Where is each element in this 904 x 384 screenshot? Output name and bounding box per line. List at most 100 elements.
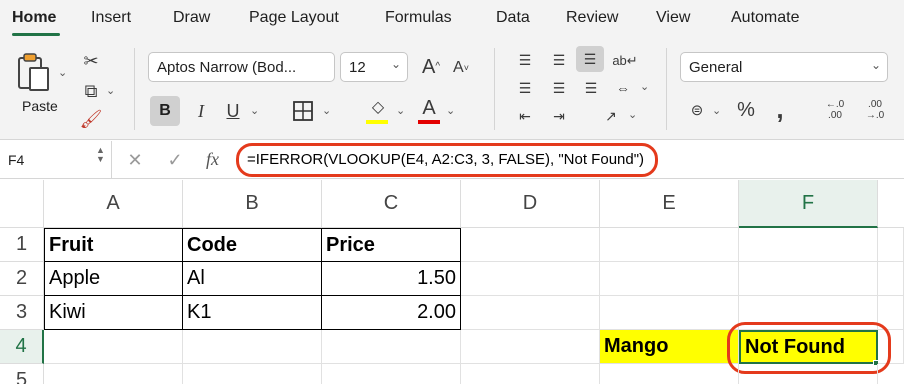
tab-insert[interactable]: Insert bbox=[91, 9, 131, 27]
borders-dropdown-icon[interactable]: ⌄ bbox=[322, 104, 331, 117]
decrease-font-icon[interactable]: A ˅ bbox=[450, 57, 472, 79]
tab-draw[interactable]: Draw bbox=[173, 9, 210, 27]
cell-c2[interactable]: 1.50 bbox=[322, 262, 461, 296]
comma-icon[interactable]: , bbox=[770, 96, 790, 122]
cell-b1[interactable]: Code bbox=[183, 228, 322, 262]
cell-g1[interactable] bbox=[878, 228, 904, 262]
cell-g2[interactable] bbox=[878, 262, 904, 296]
cell-c5[interactable] bbox=[322, 364, 461, 384]
column-header-e[interactable]: E bbox=[600, 180, 739, 228]
paste-icon[interactable] bbox=[14, 52, 54, 92]
percent-icon[interactable]: % bbox=[734, 98, 758, 122]
cell-f5[interactable] bbox=[739, 364, 878, 384]
formula-bar: F4 ▲ ▼ ✕ ✓ fx =IFERROR(VLOOKUP(E4, A2:C3,… bbox=[0, 141, 904, 179]
decrease-indent-icon[interactable]: ⇤ bbox=[514, 106, 536, 126]
cell-d3[interactable] bbox=[461, 296, 600, 330]
column-header-g[interactable] bbox=[878, 180, 904, 228]
cell-e4[interactable]: Mango bbox=[600, 330, 739, 364]
select-all-corner[interactable] bbox=[0, 180, 44, 228]
tab-review[interactable]: Review bbox=[566, 9, 618, 27]
cell-f2[interactable] bbox=[739, 262, 878, 296]
row-header-5[interactable]: 5 bbox=[0, 364, 44, 384]
fill-color-dropdown-icon[interactable]: ⌄ bbox=[396, 104, 405, 117]
cell-d4[interactable] bbox=[461, 330, 600, 364]
align-left-icon[interactable]: ☰ bbox=[514, 78, 536, 98]
cell-d2[interactable] bbox=[461, 262, 600, 296]
copy-dropdown-icon[interactable]: ⌄ bbox=[106, 84, 115, 97]
cell-a1[interactable]: Fruit bbox=[44, 228, 183, 262]
cell-d5[interactable] bbox=[461, 364, 600, 384]
cell-a4[interactable] bbox=[44, 330, 183, 364]
cell-c1[interactable]: Price bbox=[322, 228, 461, 262]
italic-icon[interactable]: I bbox=[190, 100, 212, 122]
cell-e3[interactable] bbox=[600, 296, 739, 330]
currency-dropdown-icon[interactable]: ⌄ bbox=[712, 104, 721, 117]
column-header-f[interactable]: F bbox=[739, 180, 878, 228]
wrap-text-icon[interactable]: ab↵ bbox=[612, 48, 638, 72]
cell-b2[interactable]: Al bbox=[183, 262, 322, 296]
number-format-select[interactable]: General ⌄ bbox=[680, 52, 888, 82]
font-color-icon[interactable]: A bbox=[418, 96, 440, 120]
column-header-b[interactable]: B bbox=[183, 180, 322, 228]
font-color-dropdown-icon[interactable]: ⌄ bbox=[446, 104, 455, 117]
name-box-value: F4 bbox=[8, 152, 25, 168]
cell-b5[interactable] bbox=[183, 364, 322, 384]
row-header-2[interactable]: 2 bbox=[0, 262, 44, 296]
column-header-c[interactable]: C bbox=[322, 180, 461, 228]
underline-dropdown-icon[interactable]: ⌄ bbox=[250, 104, 259, 117]
format-painter-icon[interactable]: 🖌 bbox=[80, 108, 103, 130]
decrease-decimal-icon[interactable]: .00 →.0 bbox=[860, 96, 890, 124]
enter-icon[interactable]: ✓ bbox=[166, 150, 184, 170]
align-bottom-icon[interactable]: ☰ bbox=[576, 46, 604, 72]
cell-e1[interactable] bbox=[600, 228, 739, 262]
cell-b3[interactable]: K1 bbox=[183, 296, 322, 330]
column-header-d[interactable]: D bbox=[461, 180, 600, 228]
increase-decimal-icon[interactable]: ←.0.00 bbox=[820, 96, 850, 124]
merge-center-icon[interactable]: ⇔ bbox=[612, 78, 634, 98]
font-size-select[interactable]: 12 ⌄ bbox=[340, 52, 408, 82]
cell-d1[interactable] bbox=[461, 228, 600, 262]
cell-e2[interactable] bbox=[600, 262, 739, 296]
paste-dropdown-icon[interactable]: ⌄ bbox=[58, 66, 67, 79]
align-top-icon[interactable]: ☰ bbox=[514, 50, 536, 70]
align-center-icon[interactable]: ☰ bbox=[548, 78, 570, 98]
fill-color-icon[interactable]: ◇ bbox=[366, 96, 390, 120]
align-right-icon[interactable]: ☰ bbox=[580, 78, 602, 98]
increase-indent-icon[interactable]: ⇥ bbox=[548, 106, 570, 126]
cell-b4[interactable] bbox=[183, 330, 322, 364]
underline-icon[interactable]: U bbox=[222, 100, 244, 122]
cell-a5[interactable] bbox=[44, 364, 183, 384]
borders-icon[interactable] bbox=[290, 98, 316, 124]
bold-button[interactable]: B bbox=[150, 96, 180, 126]
tab-view[interactable]: View bbox=[656, 9, 690, 27]
orientation-icon[interactable]: ↗ bbox=[600, 106, 622, 126]
cell-c3[interactable]: 2.00 bbox=[322, 296, 461, 330]
tab-data[interactable]: Data bbox=[496, 9, 530, 27]
cell-a3[interactable]: Kiwi bbox=[44, 296, 183, 330]
align-middle-icon[interactable]: ☰ bbox=[548, 50, 570, 70]
cell-a2[interactable]: Apple bbox=[44, 262, 183, 296]
cell-e5[interactable] bbox=[600, 364, 739, 384]
tab-page-layout[interactable]: Page Layout bbox=[249, 9, 339, 27]
row-header-1[interactable]: 1 bbox=[0, 228, 44, 262]
number-format-dropdown-icon: ⌄ bbox=[870, 58, 881, 72]
copy-icon[interactable]: ⧉ bbox=[80, 80, 102, 102]
insert-function-icon[interactable]: fx bbox=[206, 149, 219, 170]
row-header-3[interactable]: 3 bbox=[0, 296, 44, 330]
cell-f1[interactable] bbox=[739, 228, 878, 262]
currency-icon[interactable]: ⊜ bbox=[684, 98, 710, 122]
name-box-stepper[interactable]: ▲ ▼ bbox=[96, 146, 105, 164]
cell-c4[interactable] bbox=[322, 330, 461, 364]
increase-font-icon[interactable]: A ^ bbox=[418, 55, 444, 79]
cancel-icon[interactable]: ✕ bbox=[126, 150, 144, 170]
tab-formulas[interactable]: Formulas bbox=[385, 9, 452, 27]
orientation-dropdown-icon[interactable]: ⌄ bbox=[628, 108, 637, 121]
paste-label[interactable]: Paste bbox=[22, 98, 58, 114]
row-header-4[interactable]: 4 bbox=[0, 330, 44, 364]
column-header-a[interactable]: A bbox=[44, 180, 183, 228]
merge-dropdown-icon[interactable]: ⌄ bbox=[640, 80, 649, 93]
cut-icon[interactable]: ✂ bbox=[80, 50, 102, 72]
tab-home[interactable]: Home bbox=[12, 9, 56, 27]
tab-automate[interactable]: Automate bbox=[731, 9, 799, 27]
font-name-select[interactable]: Aptos Narrow (Bod... bbox=[148, 52, 335, 82]
